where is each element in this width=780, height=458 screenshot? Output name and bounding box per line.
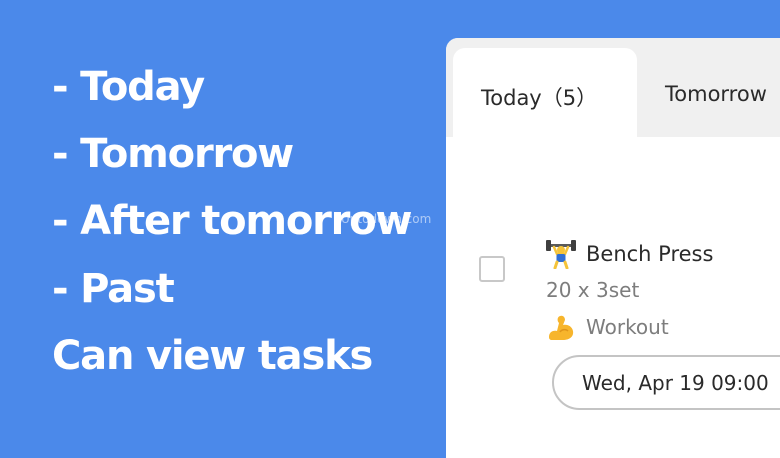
promo-line-past: - Past [52,266,175,312]
task-sets: 20 x 3set [546,278,640,302]
task-title-row: Bench Press [546,239,714,270]
task-item: Bench Press 20 x 3set Workout Wed, Apr 1… [446,137,780,458]
app-screen-panel: Today（5） Tomorrow Bench Press 20 x 3set … [446,38,780,458]
promo-line-tomorrow: - Tomorrow [52,131,294,177]
task-checkbox[interactable] [479,256,505,282]
weightlifter-emoji-icon [546,239,576,270]
promo-line-can-view-tasks: Can view tasks [52,333,373,379]
task-date: Wed, Apr 19 09:00 [582,371,769,395]
tab-today-label: Today（5） [481,86,598,110]
flexed-biceps-emoji-icon [546,312,576,342]
tab-today[interactable]: Today（5） [453,48,637,137]
task-title: Bench Press [586,242,714,266]
tab-tomorrow-label: Tomorrow [665,82,767,106]
tab-bar: Today（5） Tomorrow [446,38,780,137]
watermark: Uptodown.com [341,212,432,226]
promo-line-today: - Today [52,64,205,110]
task-category: Workout [586,315,669,339]
tab-tomorrow[interactable]: Tomorrow [665,48,780,137]
task-category-row: Workout [546,312,669,342]
task-date-button[interactable]: Wed, Apr 19 09:00 [552,355,780,410]
